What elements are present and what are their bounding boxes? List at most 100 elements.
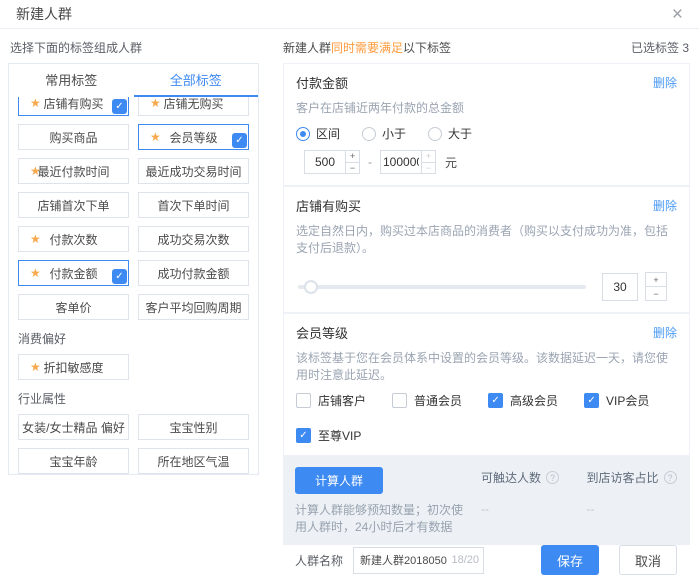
star-icon: ★ (30, 267, 41, 279)
tag-button[interactable]: ★ 会员等级 ✓ (138, 124, 249, 150)
radio-greater-than[interactable]: 大于 (428, 125, 472, 142)
dialog-titlebar: 新建人群 × (0, 0, 699, 29)
dialog-footer: 人群名称 18/20 保存 取消 (283, 545, 699, 575)
help-icon[interactable]: ? (546, 471, 559, 484)
tag-button[interactable]: ★ 付款次数 (18, 226, 129, 252)
days-slider-row: + − (296, 272, 677, 301)
star-icon: ★ (30, 233, 41, 245)
days-slider[interactable] (298, 285, 586, 289)
metric-label: 到店访客占比 (587, 469, 659, 486)
tag-button[interactable]: 首次下单时间 (138, 192, 249, 218)
tag-label: 客单价 (55, 299, 91, 316)
plus-icon[interactable]: + (645, 272, 667, 287)
char-counter: 18/20 (451, 554, 479, 566)
close-icon[interactable]: × (672, 5, 683, 24)
card-description: 客户在店铺近两年付款的总金额 (296, 99, 677, 116)
max-amount-input[interactable] (380, 150, 422, 174)
tag-label: 最近成功交易时间 (145, 163, 241, 180)
radio-less-than[interactable]: 小于 (362, 125, 406, 142)
star-icon: ★ (30, 361, 41, 373)
compute-note: 计算人群能够预知数量；初次使用人群时，24小时后才有数据 (295, 502, 467, 536)
delete-link[interactable]: 删除 (653, 74, 677, 91)
currency-unit: 元 (445, 154, 457, 171)
tag-label: 最近付款时间 (37, 163, 109, 180)
minus-icon[interactable]: − (421, 162, 436, 175)
tag-label: 成功交易次数 (157, 231, 229, 248)
star-icon: ★ (30, 165, 41, 177)
tag-button[interactable]: ★ 付款金额 ✓ (18, 260, 129, 286)
tag-label: 首次下单时间 (157, 197, 229, 214)
tag-button[interactable]: ★ 折扣敏感度 (18, 354, 129, 380)
slider-handle[interactable] (304, 280, 318, 294)
tag-label: 付款次数 (49, 231, 97, 248)
min-amount-stepper: + − (345, 150, 360, 174)
radio-label: 小于 (382, 125, 406, 142)
tag-button[interactable]: 购买商品 (18, 124, 129, 150)
member-option-checkbox[interactable]: 店铺客户 (296, 392, 366, 409)
page-title: 新建人群 (16, 4, 72, 24)
tag-button[interactable]: 最近成功交易时间 (138, 158, 249, 184)
tag-label: 折扣敏感度 (43, 359, 103, 376)
minus-icon[interactable]: − (345, 162, 360, 175)
tag-label: 店铺首次下单 (37, 197, 109, 214)
radio-icon (296, 127, 310, 141)
checkbox-label: 普通会员 (414, 392, 462, 409)
card-title: 会员等级 (296, 323, 348, 342)
checkbox-checked-icon: ✓ (296, 428, 311, 443)
tag-label: 女装/女士精品 偏好 (22, 419, 125, 436)
check-icon: ✓ (299, 430, 307, 441)
tag-button[interactable]: 成功付款金额 (138, 260, 249, 286)
tag-button[interactable]: 女装/女士精品 偏好 (18, 414, 129, 440)
tag-button[interactable]: ★ 店铺无购买 (138, 97, 249, 116)
checkbox-label: 至尊VIP (318, 427, 361, 444)
metric-value: -- (587, 502, 679, 516)
tag-button[interactable]: 店铺首次下单 (18, 192, 129, 218)
selected-tags-panel: 新建人群同时需要满足以下标签 已选标签 3 付款金额 删除 客户在店铺近两年付款… (283, 30, 699, 475)
member-option-checkbox[interactable]: ✓ 高级会员 (488, 392, 558, 409)
heading-prefix: 新建人群 (283, 41, 331, 55)
tag-button[interactable]: ★ 店铺有购买 ✓ (18, 97, 129, 116)
tag-scroll-area[interactable]: ★ 店铺有购买 ✓ ★ 店铺无购买 购买商品 ★ 会员等级 ✓ ★ (9, 97, 258, 474)
min-amount-input[interactable] (304, 150, 346, 174)
card-shop-purchase: 店铺有购买 删除 选定自然日内，购买过本店商品的消费者（购买以支付成功为准，包括… (283, 186, 690, 313)
tag-label: 购买商品 (49, 129, 97, 146)
checkbox-label: 高级会员 (510, 392, 558, 409)
help-icon[interactable]: ? (664, 471, 677, 484)
tag-button[interactable]: ★ 最近付款时间 (18, 158, 129, 184)
days-input[interactable] (602, 273, 638, 301)
radio-between[interactable]: 区间 (296, 125, 340, 142)
tag-grid: ★ 店铺有购买 ✓ ★ 店铺无购买 购买商品 ★ 会员等级 ✓ ★ (18, 97, 249, 474)
delete-link[interactable]: 删除 (653, 197, 677, 214)
heading-suffix: 以下标签 (403, 41, 451, 55)
section-label-industry: 行业属性 (18, 388, 249, 406)
star-icon: ★ (150, 97, 161, 109)
tag-button[interactable]: 所在地区气温 (138, 448, 249, 474)
checkbox-label: 店铺客户 (318, 392, 366, 409)
left-panel-heading: 选择下面的标签组成人群 (8, 30, 259, 63)
tag-button[interactable]: 宝宝性别 (138, 414, 249, 440)
tag-button[interactable]: 客单价 (18, 294, 129, 320)
tag-button[interactable]: 成功交易次数 (138, 226, 249, 252)
tag-label: 付款金额 (49, 265, 97, 282)
radio-label: 大于 (448, 125, 472, 142)
compute-crowd-button[interactable]: 计算人群 (295, 467, 383, 494)
member-option-checkbox[interactable]: ✓ VIP会员 (584, 392, 649, 409)
tab-common-tags[interactable]: 常用标签 (9, 64, 134, 97)
section-label-consume: 消费偏好 (18, 328, 249, 346)
tag-label: 店铺无购买 (163, 97, 223, 112)
checkbox-label: VIP会员 (606, 392, 649, 409)
metric-label: 可触达人数 (481, 469, 541, 486)
right-panel-header: 新建人群同时需要满足以下标签 已选标签 3 (283, 30, 699, 63)
save-button[interactable]: 保存 (541, 545, 599, 575)
cancel-button[interactable]: 取消 (619, 545, 677, 575)
minus-icon[interactable]: − (645, 286, 667, 301)
tag-button[interactable]: 宝宝年龄 (18, 448, 129, 474)
member-option-checkbox[interactable]: ✓ 至尊VIP (296, 427, 361, 444)
member-option-checkbox[interactable]: 普通会员 (392, 392, 462, 409)
check-icon: ✓ (587, 395, 595, 406)
tag-button[interactable]: 客户平均回购周期 (138, 294, 249, 320)
tab-all-tags[interactable]: 全部标签 (134, 64, 259, 97)
delete-link[interactable]: 删除 (653, 324, 677, 341)
tag-label: 成功付款金额 (157, 265, 229, 282)
star-icon: ★ (150, 131, 161, 143)
